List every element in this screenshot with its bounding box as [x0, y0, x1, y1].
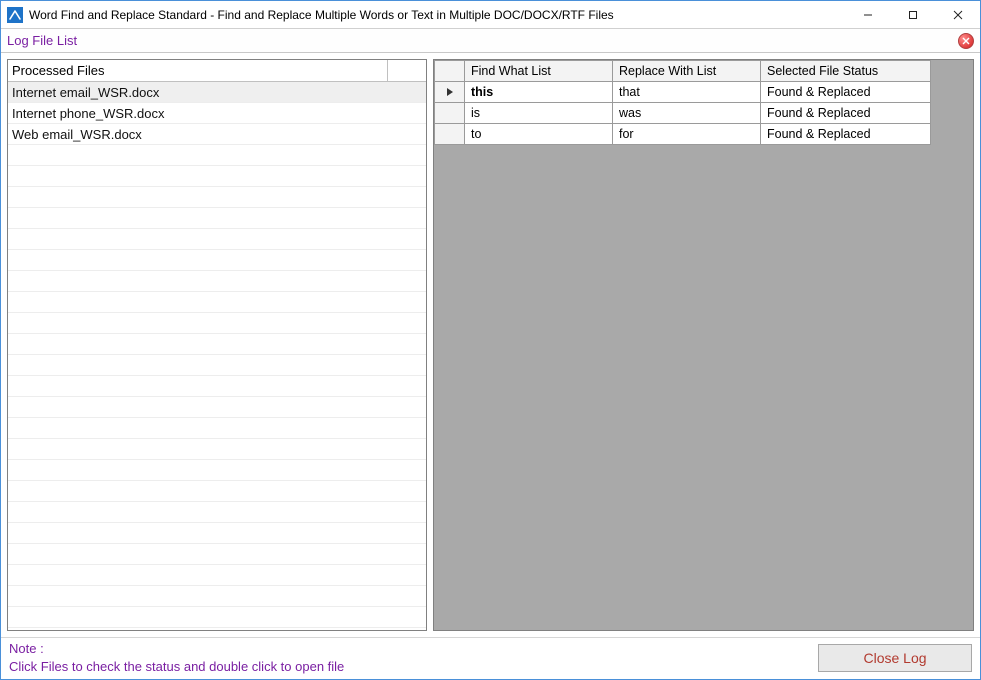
processed-file-row-empty — [8, 502, 426, 523]
close-log-button[interactable]: Close Log — [818, 644, 972, 672]
grid-col-replace[interactable]: Replace With List — [613, 61, 761, 82]
processed-file-row-empty — [8, 397, 426, 418]
grid-rowheader-corner[interactable] — [435, 61, 465, 82]
processed-file-row-empty — [8, 544, 426, 565]
processed-file-row-empty — [8, 565, 426, 586]
grid-cell-replace[interactable]: was — [613, 103, 761, 124]
processed-file-row-empty — [8, 292, 426, 313]
processed-file-row-empty — [8, 187, 426, 208]
grid-cell-status[interactable]: Found & Replaced — [761, 82, 931, 103]
grid-row[interactable]: thisthatFound & Replaced — [435, 82, 931, 103]
close-panel-icon[interactable] — [958, 33, 974, 49]
window-controls — [845, 1, 980, 28]
processed-file-row-empty — [8, 628, 426, 630]
section-header: Log File List — [1, 29, 980, 53]
processed-file-row-empty — [8, 355, 426, 376]
processed-files-body: Internet email_WSR.docxInternet phone_WS… — [8, 82, 426, 630]
grid-row-indicator[interactable] — [435, 82, 465, 103]
results-grid: Find What List Replace With List Selecte… — [434, 60, 931, 145]
processed-file-row-empty — [8, 460, 426, 481]
grid-col-find[interactable]: Find What List — [465, 61, 613, 82]
processed-files-header[interactable]: Processed Files — [8, 60, 388, 82]
grid-cell-status[interactable]: Found & Replaced — [761, 103, 931, 124]
processed-file-row[interactable]: Web email_WSR.docx — [8, 124, 426, 145]
processed-file-row-empty — [8, 607, 426, 628]
processed-file-row[interactable]: Internet phone_WSR.docx — [8, 103, 426, 124]
processed-file-row-empty — [8, 271, 426, 292]
footer-note-text: Click Files to check the status and doub… — [9, 658, 344, 676]
processed-file-row-empty — [8, 145, 426, 166]
grid-row-indicator[interactable] — [435, 124, 465, 145]
processed-file-row[interactable]: Internet email_WSR.docx — [8, 82, 426, 103]
processed-file-row-empty — [8, 166, 426, 187]
processed-files-header-spacer — [388, 60, 426, 82]
processed-file-row-empty — [8, 313, 426, 334]
titlebar: Word Find and Replace Standard - Find an… — [1, 1, 980, 29]
results-grid-panel: Find What List Replace With List Selecte… — [433, 59, 974, 631]
grid-cell-replace[interactable]: that — [613, 82, 761, 103]
maximize-button[interactable] — [890, 1, 935, 28]
minimize-button[interactable] — [845, 1, 890, 28]
grid-cell-find[interactable]: is — [465, 103, 613, 124]
processed-files-panel: Processed Files Internet email_WSR.docxI… — [7, 59, 427, 631]
grid-row[interactable]: iswasFound & Replaced — [435, 103, 931, 124]
processed-file-row-empty — [8, 208, 426, 229]
footer: Note : Click Files to check the status a… — [1, 637, 980, 679]
processed-file-row-empty — [8, 376, 426, 397]
processed-file-row-empty — [8, 481, 426, 502]
section-title: Log File List — [7, 33, 77, 48]
close-window-button[interactable] — [935, 1, 980, 28]
grid-row[interactable]: toforFound & Replaced — [435, 124, 931, 145]
grid-cell-find[interactable]: this — [465, 82, 613, 103]
window-title: Word Find and Replace Standard - Find an… — [29, 8, 614, 22]
footer-note: Note : Click Files to check the status a… — [9, 640, 344, 675]
app-window: Word Find and Replace Standard - Find an… — [0, 0, 981, 680]
processed-file-row-empty — [8, 586, 426, 607]
processed-file-row-empty — [8, 523, 426, 544]
processed-file-row-empty — [8, 334, 426, 355]
grid-row-indicator[interactable] — [435, 103, 465, 124]
grid-cell-find[interactable]: to — [465, 124, 613, 145]
processed-file-row-empty — [8, 250, 426, 271]
processed-files-header-row: Processed Files — [8, 60, 426, 82]
grid-cell-status[interactable]: Found & Replaced — [761, 124, 931, 145]
processed-file-row-empty — [8, 229, 426, 250]
grid-col-status[interactable]: Selected File Status — [761, 61, 931, 82]
processed-file-row-empty — [8, 439, 426, 460]
grid-cell-replace[interactable]: for — [613, 124, 761, 145]
current-row-icon — [435, 87, 464, 97]
app-icon — [7, 7, 23, 23]
processed-file-row-empty — [8, 418, 426, 439]
footer-note-label: Note : — [9, 640, 344, 658]
main-area: Processed Files Internet email_WSR.docxI… — [1, 53, 980, 637]
